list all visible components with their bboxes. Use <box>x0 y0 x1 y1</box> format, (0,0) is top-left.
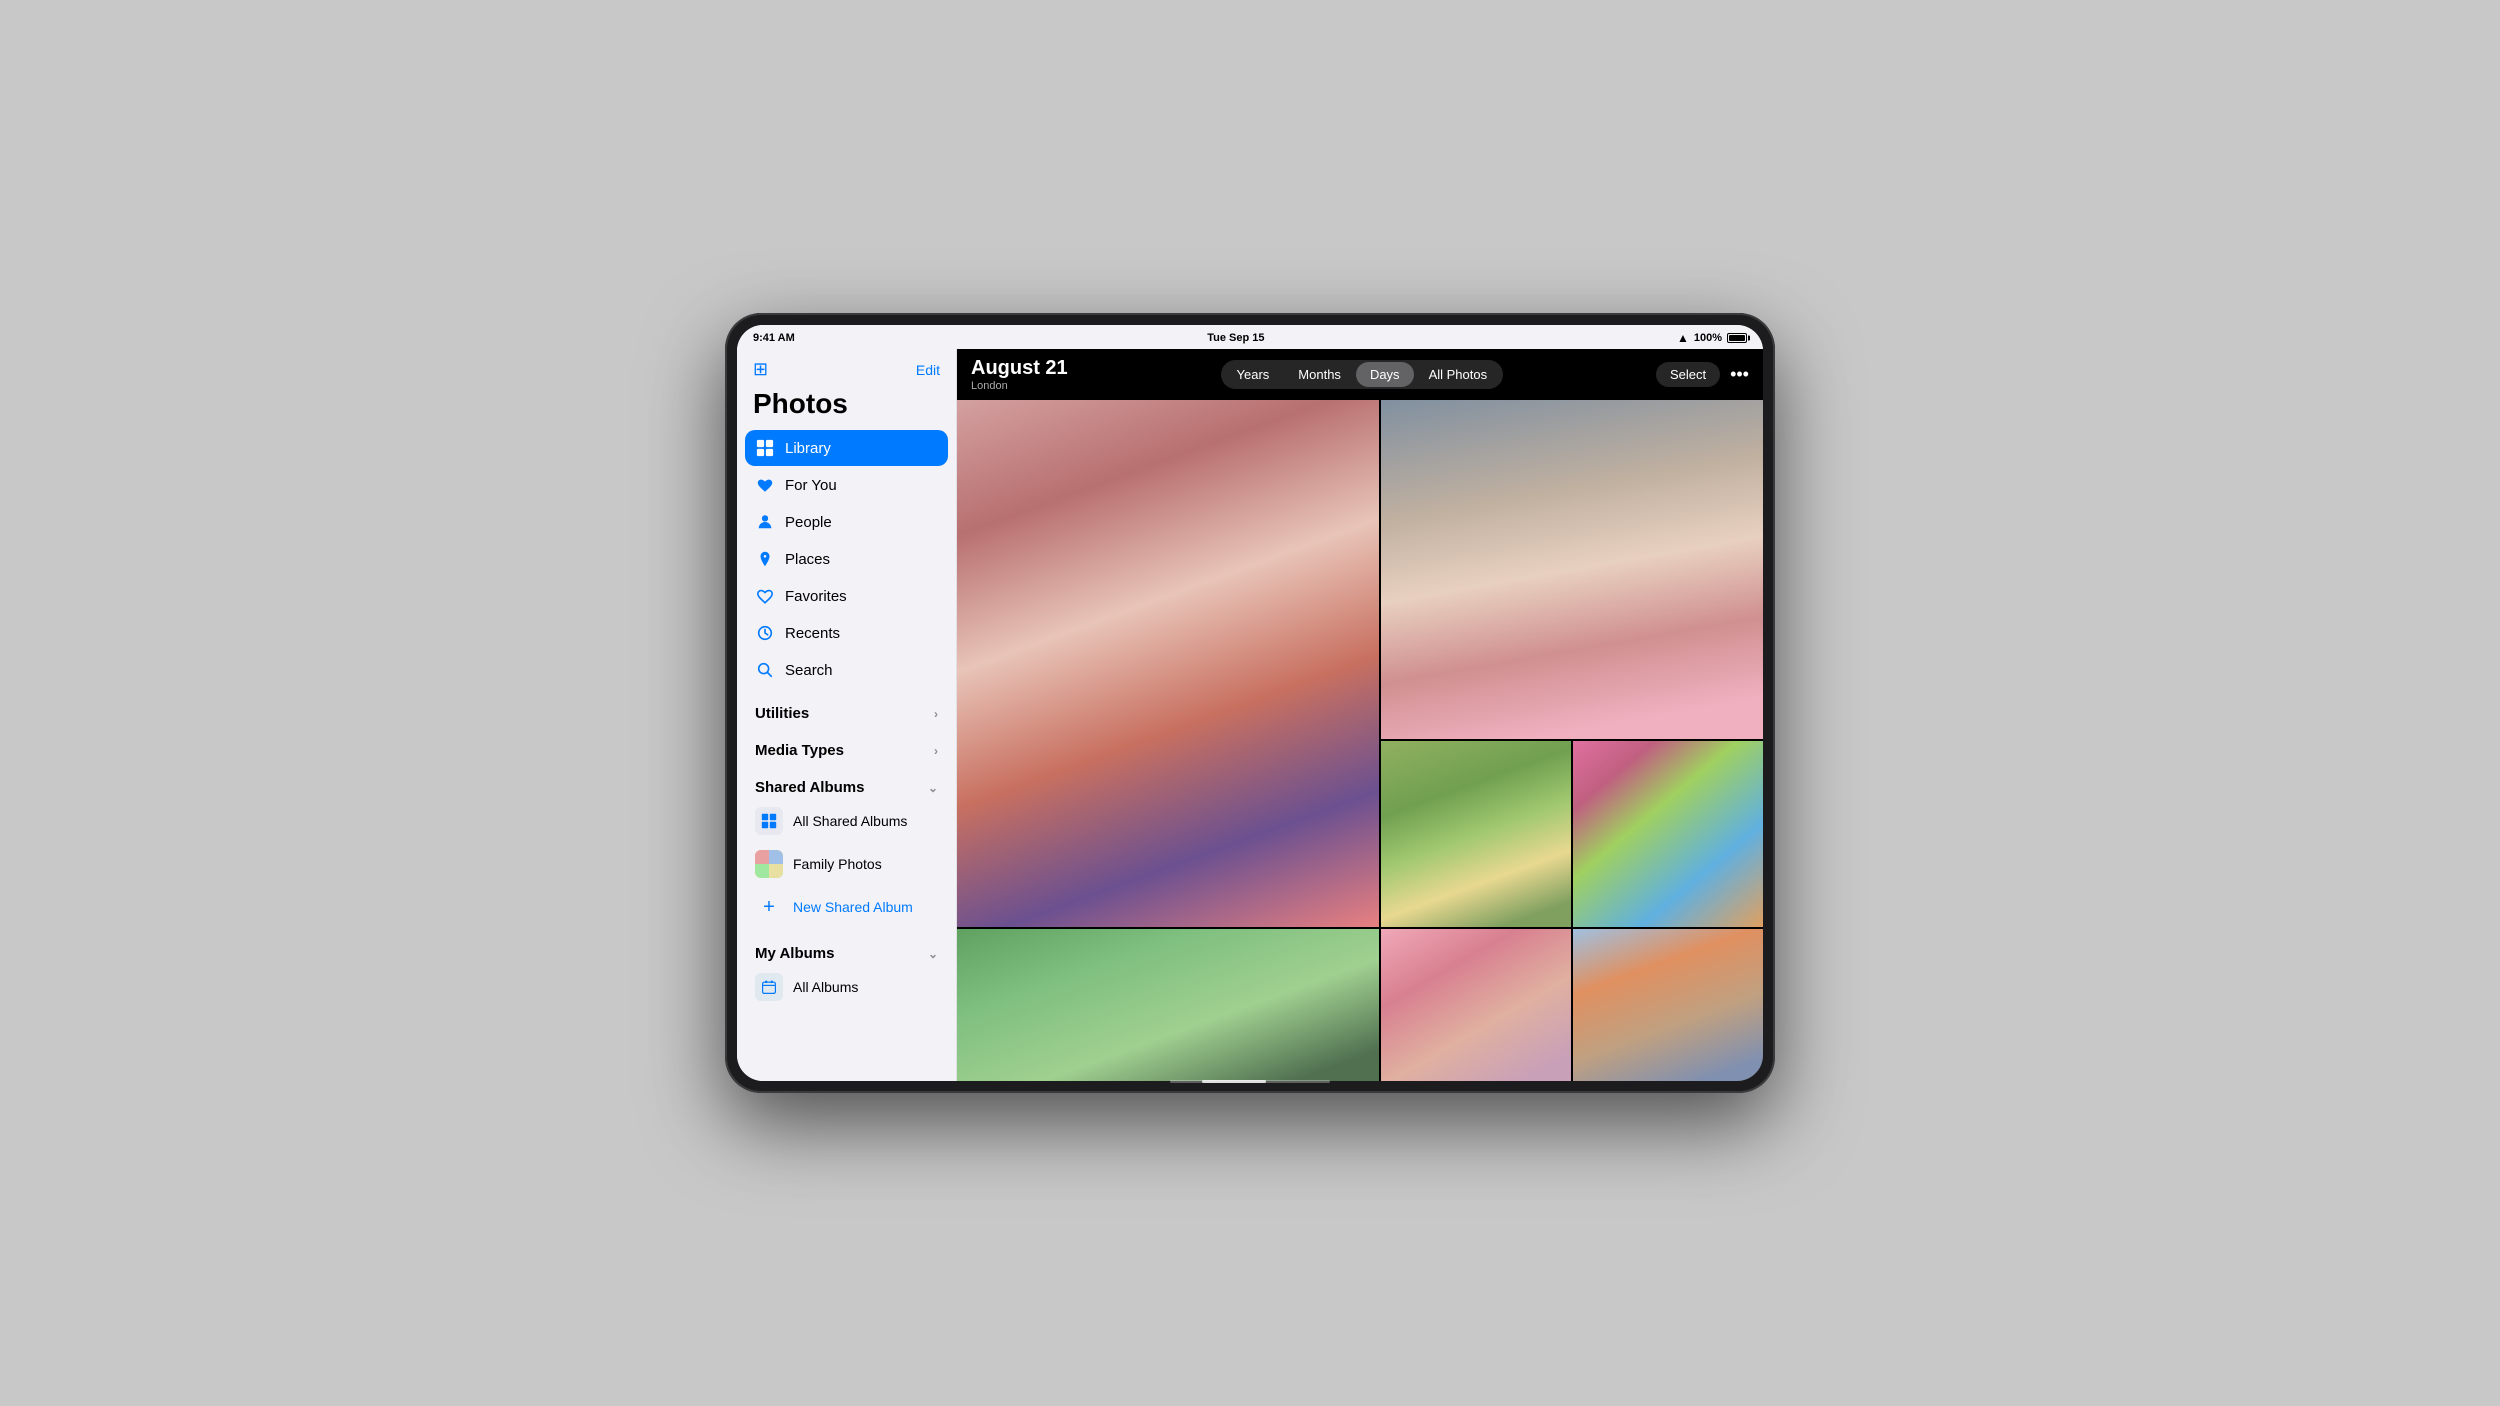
utilities-chevron: › <box>934 707 938 721</box>
photo-cell-top-right[interactable] <box>1381 400 1763 739</box>
sidebar-item-search[interactable]: Search <box>745 652 948 688</box>
date-info: August 21 London <box>971 357 1068 392</box>
sidebar-header: ⊞ Edit <box>737 349 956 386</box>
sidebar-item-for-you[interactable]: For You <box>745 467 948 503</box>
more-button[interactable]: ••• <box>1730 364 1749 385</box>
status-date: Tue Sep 15 <box>1207 332 1264 344</box>
new-shared-icon: + <box>755 893 783 921</box>
status-time: 9:41 AM <box>753 332 795 344</box>
sidebar-item-recents[interactable]: Recents <box>745 615 948 651</box>
photo-cell-bottom-right-1[interactable] <box>1573 929 1763 1081</box>
sidebar-item-all-albums[interactable]: All Albums <box>745 966 948 1008</box>
sidebar-title: Photos <box>737 386 956 430</box>
utilities-header[interactable]: Utilities › <box>745 697 948 726</box>
favorites-label: Favorites <box>785 588 847 605</box>
new-shared-label: New Shared Album <box>793 899 913 915</box>
search-icon <box>755 660 775 680</box>
tab-months[interactable]: Months <box>1284 362 1355 387</box>
sidebar-item-places[interactable]: Places <box>745 541 948 577</box>
scroll-indicator <box>1170 1080 1330 1081</box>
photo-cell-mid-right-1[interactable] <box>1381 741 1571 927</box>
my-albums-label: My Albums <box>755 945 834 962</box>
tab-years[interactable]: Years <box>1223 362 1284 387</box>
tab-days[interactable]: Days <box>1356 362 1414 387</box>
battery-bar <box>1727 333 1747 343</box>
for-you-label: For You <box>785 477 837 494</box>
edit-button[interactable]: Edit <box>916 362 940 378</box>
recents-icon <box>755 623 775 643</box>
app-container: ⊞ Edit Photos <box>737 349 1763 1081</box>
media-types-chevron: › <box>934 744 938 758</box>
sidebar-item-favorites[interactable]: Favorites <box>745 578 948 614</box>
sidebar-item-library[interactable]: Library <box>745 430 948 466</box>
status-right: ▲ 100% <box>1677 331 1747 345</box>
photo-cell-main[interactable] <box>957 400 1379 927</box>
photo-cell-bottom-left[interactable] <box>957 929 1379 1081</box>
sidebar-item-new-shared[interactable]: + New Shared Album <box>745 886 948 928</box>
search-label: Search <box>785 662 833 679</box>
photo-grid <box>957 400 1763 1081</box>
photo-main: August 21 London Years Months Days All P… <box>957 349 1763 1081</box>
sidebar-nav: Library For You <box>737 430 956 689</box>
for-you-icon <box>755 475 775 495</box>
ipad-device: 9:41 AM Tue Sep 15 ▲ 100% ⊞ Edit <box>725 313 1775 1093</box>
date-title: August 21 <box>971 357 1068 380</box>
date-subtitle: London <box>971 380 1068 392</box>
all-shared-label: All Shared Albums <box>793 813 907 829</box>
places-icon <box>755 549 775 569</box>
sidebar-item-people[interactable]: People <box>745 504 948 540</box>
tab-all-photos[interactable]: All Photos <box>1415 362 1502 387</box>
family-photos-label: Family Photos <box>793 856 882 872</box>
library-icon <box>755 438 775 458</box>
toolbar-actions: Select ••• <box>1656 362 1749 387</box>
battery-percent: 100% <box>1694 332 1722 344</box>
recents-label: Recents <box>785 625 840 642</box>
people-label: People <box>785 514 832 531</box>
device-screen: 9:41 AM Tue Sep 15 ▲ 100% ⊞ Edit <box>737 325 1763 1081</box>
media-types-label: Media Types <box>755 742 844 759</box>
sidebar-toggle-icon[interactable]: ⊞ <box>753 359 768 380</box>
photo-toolbar: August 21 London Years Months Days All P… <box>957 349 1763 400</box>
library-label: Library <box>785 440 831 457</box>
all-albums-icon <box>755 973 783 1001</box>
family-photos-icon <box>755 850 783 878</box>
status-bar: 9:41 AM Tue Sep 15 ▲ 100% <box>737 325 1763 349</box>
all-shared-icon <box>755 807 783 835</box>
photo-cell-mid-right-2[interactable] <box>1573 741 1763 927</box>
places-label: Places <box>785 551 830 568</box>
media-types-header[interactable]: Media Types › <box>745 734 948 763</box>
battery-indicator <box>1727 333 1747 343</box>
section-shared-albums: Shared Albums ⌄ All <box>737 763 956 929</box>
sidebar: ⊞ Edit Photos <box>737 349 957 1081</box>
photo-cell-bottom-mid[interactable] <box>1381 929 1571 1081</box>
my-albums-header[interactable]: My Albums ⌄ <box>745 937 948 966</box>
select-button[interactable]: Select <box>1656 362 1720 387</box>
sidebar-item-all-shared[interactable]: All Shared Albums <box>745 800 948 842</box>
all-albums-label: All Albums <box>793 979 858 995</box>
section-my-albums: My Albums ⌄ All Alb <box>737 929 956 1009</box>
section-utilities: Utilities › <box>737 689 956 726</box>
section-media-types: Media Types › <box>737 726 956 763</box>
scroll-indicator-fill <box>1202 1080 1266 1081</box>
people-icon <box>755 512 775 532</box>
shared-albums-header[interactable]: Shared Albums ⌄ <box>745 771 948 800</box>
shared-albums-chevron: ⌄ <box>928 781 938 795</box>
utilities-label: Utilities <box>755 705 809 722</box>
shared-albums-label: Shared Albums <box>755 779 864 796</box>
view-tabs: Years Months Days All Photos <box>1221 360 1504 389</box>
my-albums-chevron: ⌄ <box>928 947 938 961</box>
sidebar-item-family-photos[interactable]: Family Photos <box>745 843 948 885</box>
battery-fill <box>1729 335 1745 341</box>
wifi-icon: ▲ <box>1677 331 1689 345</box>
favorites-icon <box>755 586 775 606</box>
